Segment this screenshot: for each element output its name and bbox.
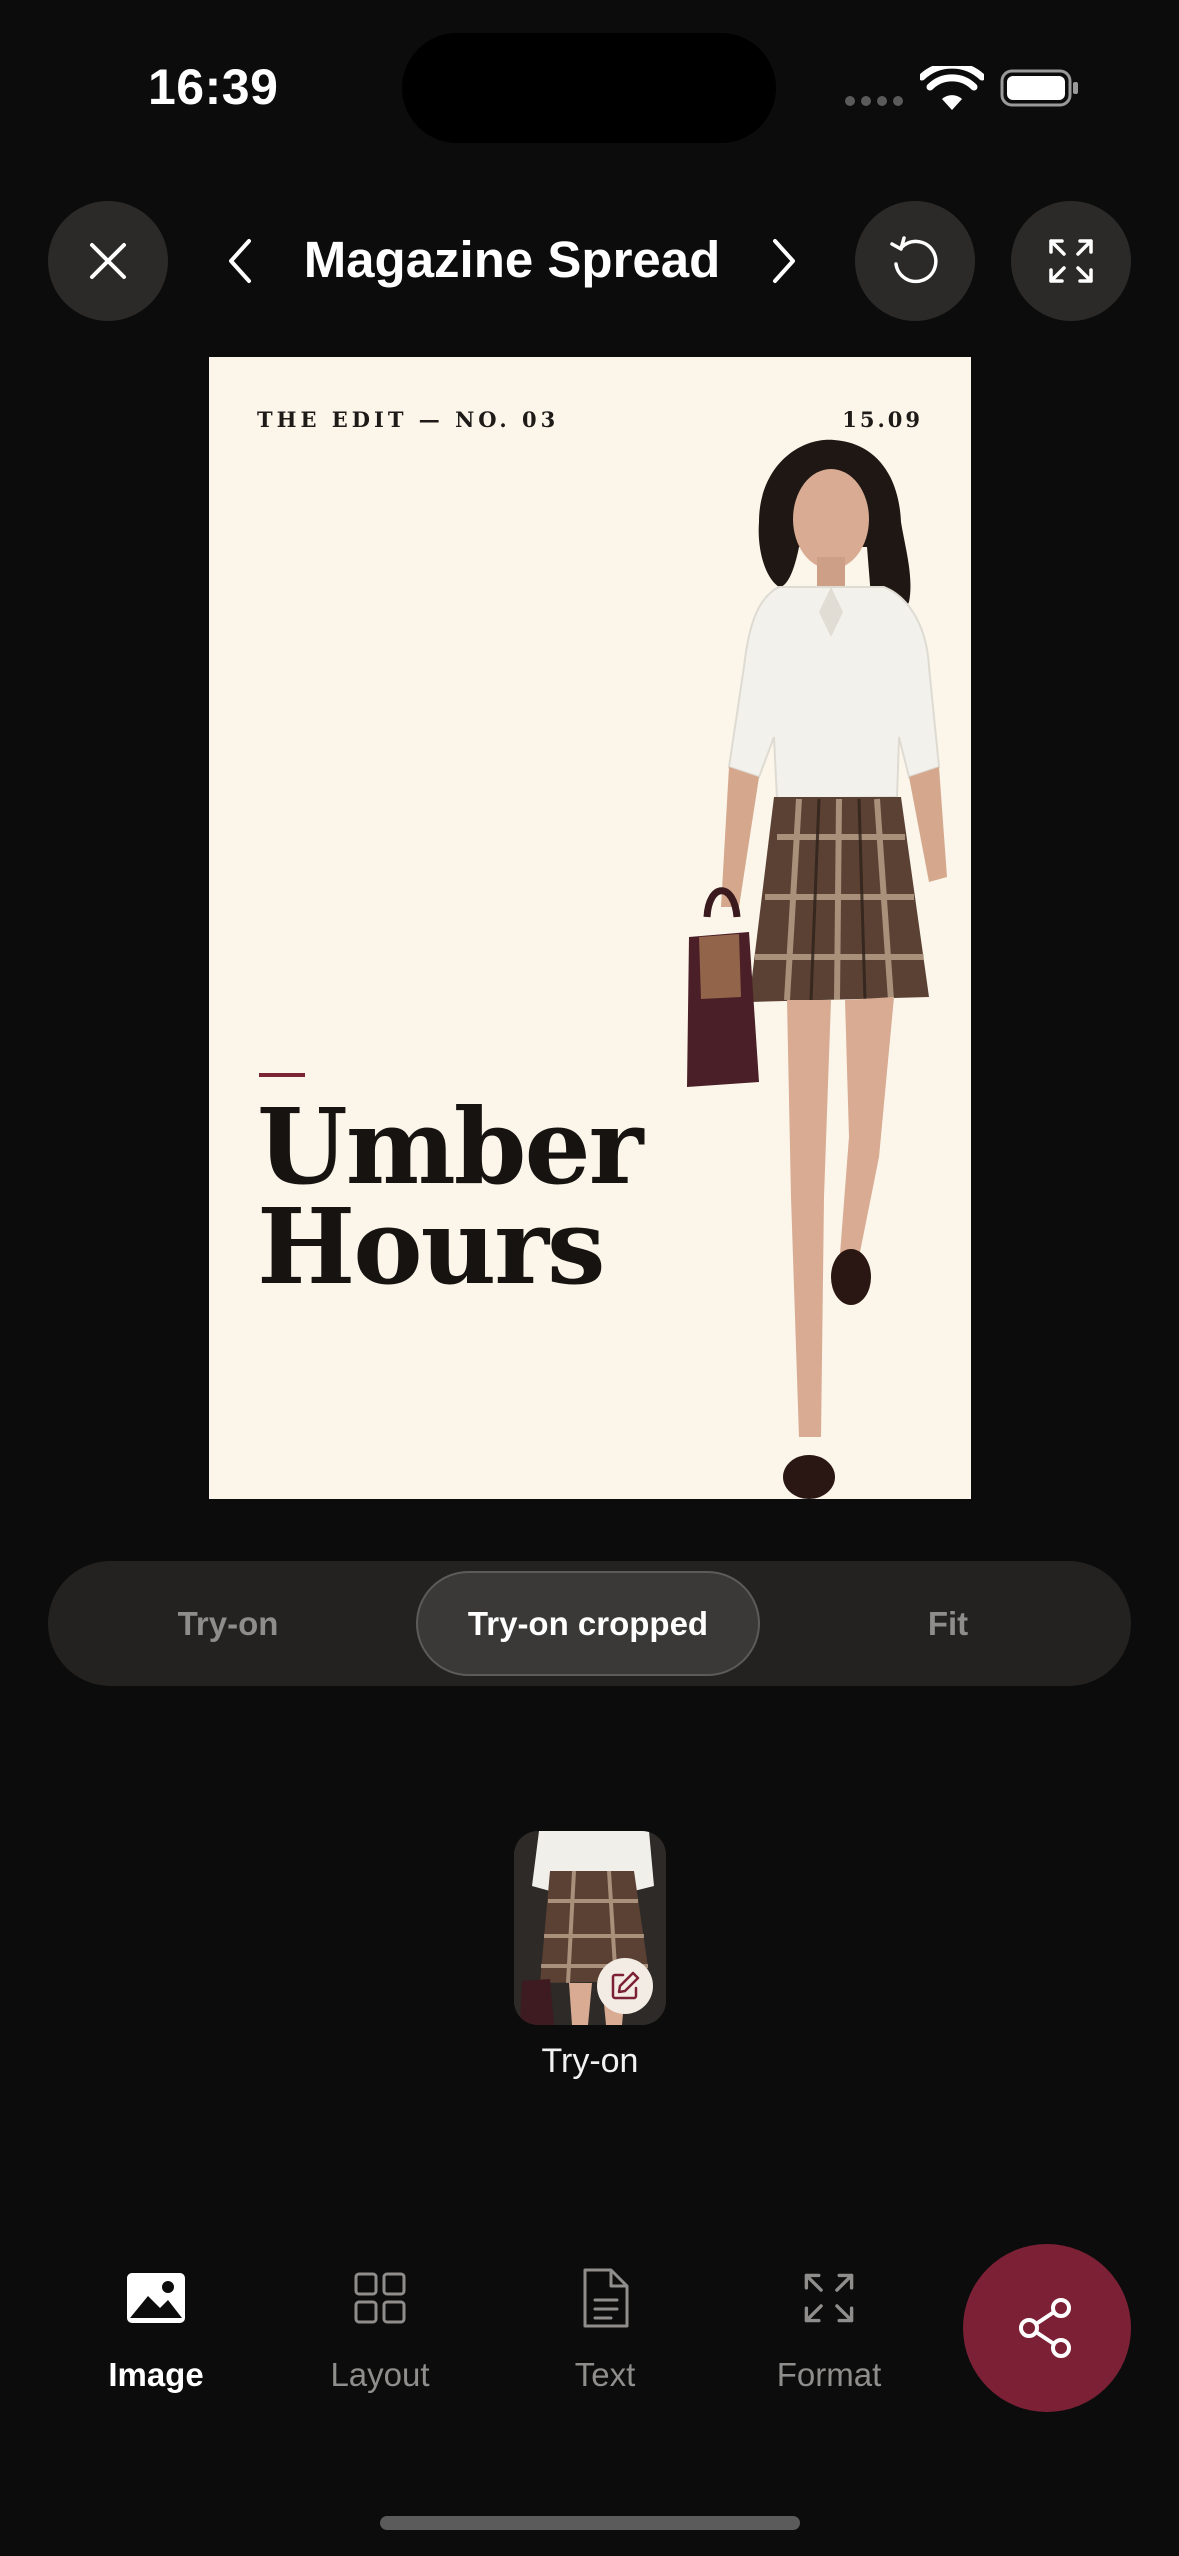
close-button[interactable] [48,201,168,321]
grid-icon [346,2264,414,2332]
cellular-signal-icon [845,96,903,106]
toolbar-image-label: Image [108,2356,204,2393]
dynamic-island [402,33,776,143]
toolbar-format[interactable]: Format [734,2264,924,2394]
headline-line-2: Hours [257,1185,606,1308]
undo-button[interactable] [855,201,975,321]
battery-icon [1000,69,1078,107]
accent-rule [259,1073,305,1077]
toolbar-text-label: Text [574,2356,636,2393]
wifi-icon [920,66,984,110]
model-photo [687,439,947,1499]
toolbar-text[interactable]: Text [510,2264,700,2394]
headline: Umber Hours [257,1085,643,1308]
issue-label: THE EDIT — NO. 03 [257,407,560,432]
chevron-left-icon [229,239,251,283]
expand-icon [1049,239,1093,283]
headline-line-1: Umber [257,1085,643,1208]
segment-try-on-cropped[interactable]: Try-on cropped [416,1571,760,1676]
next-template-button[interactable] [764,231,804,291]
expand-icon [795,2264,863,2332]
segment-try-on[interactable]: Try-on [78,1571,378,1676]
toolbar-format-label: Format [776,2356,882,2393]
toolbar-layout-label: Layout [330,2356,430,2393]
page-title: Magazine Spread [303,231,721,288]
document-icon [571,2264,639,2332]
edit-variant-button[interactable] [597,1958,653,2014]
image-icon [122,2264,190,2332]
chevron-right-icon [773,239,795,283]
edit-icon [611,1971,640,2000]
segment-fit[interactable]: Fit [798,1571,1098,1676]
toolbar-image[interactable]: Image [61,2264,251,2394]
crop-mode-segmented-control: Try-on Try-on cropped Fit [48,1561,1131,1686]
status-time: 16:39 [148,59,279,115]
previous-template-button[interactable] [220,231,260,291]
magazine-page-preview[interactable]: THE EDIT — NO. 03 15.09 Umber Hours [209,357,971,1499]
share-button[interactable] [963,2244,1131,2412]
variant-label: Try-on [541,2042,639,2080]
share-icon [1019,2298,1071,2358]
home-indicator [380,2516,800,2530]
toolbar-layout[interactable]: Layout [285,2264,475,2394]
undo-icon [890,236,938,284]
issue-date: 15.09 [842,407,923,432]
fullscreen-button[interactable] [1011,201,1131,321]
close-icon [90,243,126,279]
